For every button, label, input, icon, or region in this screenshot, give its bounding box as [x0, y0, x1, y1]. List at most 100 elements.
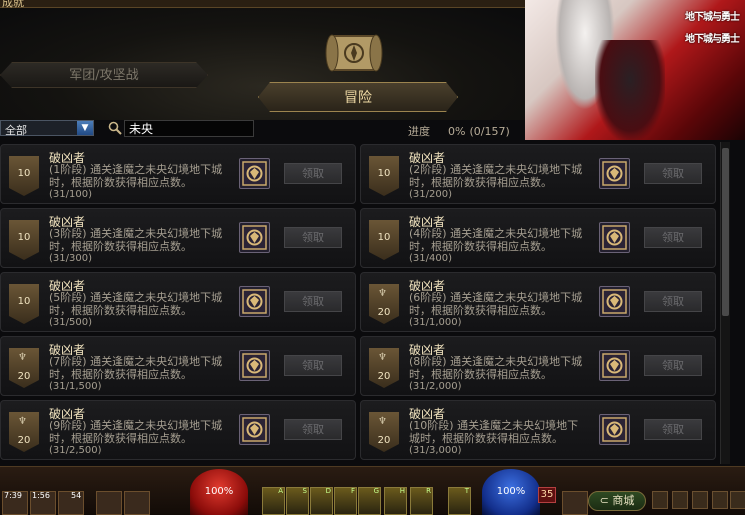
claim-button[interactable]: 领取: [644, 163, 702, 184]
hud-item-slot[interactable]: [124, 491, 150, 515]
menu-icon[interactable]: [652, 491, 668, 509]
progress-count: (0/157): [469, 125, 510, 138]
reward-item[interactable]: [599, 414, 630, 445]
scrollbar-thumb[interactable]: [722, 148, 729, 316]
window-titlebar: 成就: [0, 0, 525, 9]
claim-button[interactable]: 领取: [644, 355, 702, 376]
tab-legion[interactable]: 军团/攻坚战: [0, 62, 208, 88]
reward-item[interactable]: [239, 414, 270, 445]
shop-icon: ⊂: [599, 494, 613, 507]
skill-slot[interactable]: F: [334, 487, 357, 515]
skill-hotkey: S: [302, 487, 307, 495]
chat-icon[interactable]: [712, 491, 728, 509]
achievement-description: (1阶段) 通关逢魔之未央幻境地下城时，根据阶数获得相应点数。: [49, 163, 223, 189]
reward-item[interactable]: [599, 286, 630, 317]
shop-button[interactable]: ⊂ 商城: [588, 491, 646, 511]
achievement-progress: (31/200): [409, 189, 452, 200]
skill-slot[interactable]: D: [310, 487, 333, 515]
points-value: 20: [17, 371, 31, 382]
bottom-hud: 7:39 1:56 54 100% A S D F G H R T 100% 35 ⊂ 商城: [0, 466, 745, 515]
reward-box-icon: [602, 417, 627, 442]
claim-button[interactable]: 领取: [284, 419, 342, 440]
reward-box-icon: [242, 417, 267, 442]
reward-box-icon: [242, 225, 267, 250]
character-icon[interactable]: [672, 491, 688, 509]
achievement-description: (6阶段) 通关逢魔之未央幻境地下城时，根据阶数获得相应点数。: [409, 291, 583, 317]
achievement-description: (8阶段) 通关逢魔之未央幻境地下城时，根据阶数获得相应点数。: [409, 355, 583, 381]
progress-label: 进度: [408, 125, 430, 138]
mail-icon[interactable]: [692, 491, 708, 509]
skill-hotkey: A: [278, 487, 283, 495]
tab-adventure-label: 冒险: [344, 90, 372, 106]
hud-item-slot[interactable]: [96, 491, 122, 515]
points-badge: 10: [9, 220, 39, 260]
reward-item[interactable]: [239, 222, 270, 253]
reward-item[interactable]: [239, 286, 270, 317]
points-value: 20: [377, 307, 391, 318]
reward-item[interactable]: [239, 158, 270, 189]
reward-item[interactable]: [599, 222, 630, 253]
tab-adventure[interactable]: 冒险: [258, 82, 458, 112]
promo-banner[interactable]: 地下城与勇士 地下城与勇士: [525, 0, 745, 140]
points-badge: 10: [9, 156, 39, 196]
achievement-card: ♆ 20 破凶者 (7阶段) 通关逢魔之未央幻境地下城时，根据阶数获得相应点数。 (31…: [0, 336, 356, 396]
achievement-description: (4阶段) 通关逢魔之未央幻境地下城时，根据阶数获得相应点数。: [409, 227, 583, 253]
claim-button[interactable]: 领取: [284, 227, 342, 248]
reward-item[interactable]: [599, 158, 630, 189]
reward-box-icon: [242, 161, 267, 186]
claim-button[interactable]: 领取: [644, 419, 702, 440]
trophy-icon: ♆: [378, 352, 387, 363]
hud-item-slot[interactable]: 7:39: [2, 491, 28, 515]
list-scrollbar[interactable]: [720, 142, 730, 464]
points-value: 10: [377, 168, 391, 179]
achievement-card: 10 破凶者 (4阶段) 通关逢魔之未央幻境地下城时，根据阶数获得相应点数。 (31/…: [360, 208, 716, 268]
skill-hotkey: D: [325, 487, 331, 495]
skill-slot[interactable]: T: [448, 487, 471, 515]
banner-logo-bottom: 地下城与勇士: [685, 34, 740, 45]
filter-bar: 全部 ▼ 进度 0%(0/157): [0, 120, 525, 140]
search-icon: [108, 121, 122, 135]
chevron-down-icon[interactable]: ▼: [77, 121, 93, 135]
achievement-card: ♆ 20 破凶者 (8阶段) 通关逢魔之未央幻境地下城时，根据阶数获得相应点数。 (31…: [360, 336, 716, 396]
claim-button[interactable]: 领取: [284, 355, 342, 376]
level-badge: 35: [538, 487, 556, 503]
category-dropdown[interactable]: 全部 ▼: [0, 120, 94, 137]
claim-button[interactable]: 领取: [644, 227, 702, 248]
hud-item-slot[interactable]: 54: [58, 491, 84, 515]
skill-slot[interactable]: H: [384, 487, 407, 515]
claim-button[interactable]: 领取: [644, 291, 702, 312]
achievement-progress: (31/2,500): [49, 445, 102, 456]
achievement-description: (5阶段) 通关逢魔之未央幻境地下城时，根据阶数获得相应点数。: [49, 291, 223, 317]
trophy-icon: ♆: [18, 416, 27, 427]
skill-slot[interactable]: A: [262, 487, 285, 515]
claim-button[interactable]: 领取: [284, 163, 342, 184]
achievement-card: ♆ 20 破凶者 (9阶段) 通关逢魔之未央幻境地下城时，根据阶数获得相应点数。 (31…: [0, 400, 356, 460]
achievement-description: (7阶段) 通关逢魔之未央幻境地下城时，根据阶数获得相应点数。: [49, 355, 223, 381]
hud-item-slot[interactable]: 1:56: [30, 491, 56, 515]
tab-legion-label: 军团/攻坚战: [69, 68, 139, 83]
claim-button[interactable]: 领取: [284, 291, 342, 312]
achievement-progress: (31/2,000): [409, 381, 462, 392]
points-value: 10: [17, 232, 31, 243]
achievement-progress: (31/400): [409, 253, 452, 264]
points-badge: 10: [369, 220, 399, 260]
skill-hotkey: R: [426, 487, 431, 495]
points-value: 10: [17, 168, 31, 179]
search-input[interactable]: [124, 120, 254, 137]
points-badge: ♆ 20: [369, 284, 399, 324]
achievement-card: 10 破凶者 (1阶段) 通关逢魔之未央幻境地下城时，根据阶数获得相应点数。 (31/…: [0, 144, 356, 204]
skill-hotkey: F: [350, 487, 355, 495]
banner-character-right: [595, 40, 665, 140]
skill-slot[interactable]: G: [358, 487, 381, 515]
reward-item[interactable]: [239, 350, 270, 381]
bell-icon[interactable]: [562, 491, 588, 515]
trophy-icon: ♆: [378, 288, 387, 299]
points-value: 20: [377, 435, 391, 446]
skill-slot[interactable]: S: [286, 487, 309, 515]
banner-logo-top: 地下城与勇士: [685, 12, 740, 23]
skill-slot[interactable]: R: [410, 487, 433, 515]
achievement-card: 10 破凶者 (3阶段) 通关逢魔之未央幻境地下城时，根据阶数获得相应点数。 (31/…: [0, 208, 356, 268]
reward-item[interactable]: [599, 350, 630, 381]
settings-icon[interactable]: [730, 491, 745, 509]
achievement-description: (9阶段) 通关逢魔之未央幻境地下城时，根据阶数获得相应点数。: [49, 419, 223, 445]
